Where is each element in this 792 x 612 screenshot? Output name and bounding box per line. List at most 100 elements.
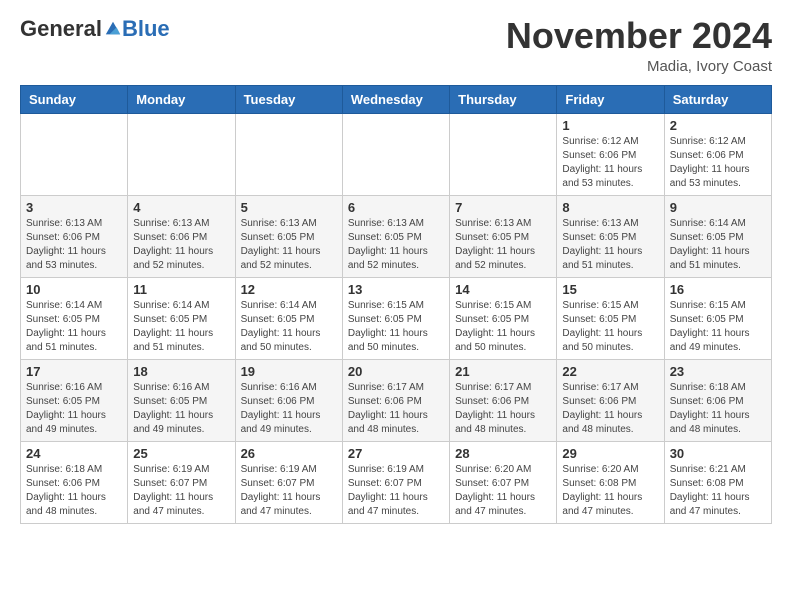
calendar-cell [450,113,557,195]
calendar-header-row: SundayMondayTuesdayWednesdayThursdayFrid… [21,85,772,113]
logo-area: General Blue [20,16,170,42]
calendar-cell: 20 Sunrise: 6:17 AM Sunset: 6:06 PM Dayli… [342,359,449,441]
calendar-cell: 18 Sunrise: 6:16 AM Sunset: 6:05 PM Dayli… [128,359,235,441]
day-info: Sunrise: 6:15 AM Sunset: 6:05 PM Dayligh… [562,299,658,355]
calendar-cell: 27 Sunrise: 6:19 AM Sunset: 6:07 PM Dayli… [342,441,449,523]
calendar-week-row: 17 Sunrise: 6:16 AM Sunset: 6:05 PM Dayli… [21,359,772,441]
calendar-cell: 5 Sunrise: 6:13 AM Sunset: 6:05 PM Daylig… [235,195,342,277]
calendar-cell: 24 Sunrise: 6:18 AM Sunset: 6:06 PM Dayli… [21,441,128,523]
day-number: 29 [562,446,658,461]
calendar-week-row: 10 Sunrise: 6:14 AM Sunset: 6:05 PM Dayli… [21,277,772,359]
calendar-cell [342,113,449,195]
day-number: 1 [562,118,658,133]
day-number: 22 [562,364,658,379]
day-number: 15 [562,282,658,297]
day-number: 17 [26,364,122,379]
day-info: Sunrise: 6:13 AM Sunset: 6:05 PM Dayligh… [455,217,551,273]
calendar-cell: 15 Sunrise: 6:15 AM Sunset: 6:05 PM Dayli… [557,277,664,359]
calendar-cell: 1 Sunrise: 6:12 AM Sunset: 6:06 PM Daylig… [557,113,664,195]
calendar-header-saturday: Saturday [664,85,771,113]
calendar-header-monday: Monday [128,85,235,113]
month-title: November 2024 [506,16,772,56]
day-number: 3 [26,200,122,215]
calendar-cell: 30Sunrise: 6:21 AM Sunset: 6:08 PM Dayli… [664,441,771,523]
calendar-header-sunday: Sunday [21,85,128,113]
day-info: Sunrise: 6:13 AM Sunset: 6:05 PM Dayligh… [562,217,658,273]
day-number: 26 [241,446,337,461]
page: General Blue November 2024 Madia, Ivory … [0,0,792,544]
calendar-week-row: 24 Sunrise: 6:18 AM Sunset: 6:06 PM Dayli… [21,441,772,523]
calendar-cell: 9 Sunrise: 6:14 AM Sunset: 6:05 PM Daylig… [664,195,771,277]
calendar-cell: 4 Sunrise: 6:13 AM Sunset: 6:06 PM Daylig… [128,195,235,277]
day-info: Sunrise: 6:14 AM Sunset: 6:05 PM Dayligh… [26,299,122,355]
day-number: 6 [348,200,444,215]
title-area: November 2024 Madia, Ivory Coast [506,16,772,75]
day-info: Sunrise: 6:12 AM Sunset: 6:06 PM Dayligh… [562,135,658,191]
day-info: Sunrise: 6:14 AM Sunset: 6:05 PM Dayligh… [241,299,337,355]
calendar-week-row: 3 Sunrise: 6:13 AM Sunset: 6:06 PM Daylig… [21,195,772,277]
day-number: 5 [241,200,337,215]
calendar-cell: 19 Sunrise: 6:16 AM Sunset: 6:06 PM Dayli… [235,359,342,441]
calendar-cell: 25 Sunrise: 6:19 AM Sunset: 6:07 PM Dayli… [128,441,235,523]
calendar-cell: 10 Sunrise: 6:14 AM Sunset: 6:05 PM Dayli… [21,277,128,359]
day-info: Sunrise: 6:19 AM Sunset: 6:07 PM Dayligh… [133,463,229,519]
day-number: 10 [26,282,122,297]
header: General Blue November 2024 Madia, Ivory … [20,16,772,75]
day-number: 13 [348,282,444,297]
calendar-cell [21,113,128,195]
calendar-cell: 3 Sunrise: 6:13 AM Sunset: 6:06 PM Daylig… [21,195,128,277]
day-number: 4 [133,200,229,215]
day-number: 20 [348,364,444,379]
day-info: Sunrise: 6:14 AM Sunset: 6:05 PM Dayligh… [133,299,229,355]
calendar-table: SundayMondayTuesdayWednesdayThursdayFrid… [20,85,772,524]
calendar-cell: 29 Sunrise: 6:20 AM Sunset: 6:08 PM Dayli… [557,441,664,523]
day-number: 8 [562,200,658,215]
day-info: Sunrise: 6:17 AM Sunset: 6:06 PM Dayligh… [348,381,444,437]
calendar-week-row: 1 Sunrise: 6:12 AM Sunset: 6:06 PM Daylig… [21,113,772,195]
calendar-cell: 28Sunrise: 6:20 AM Sunset: 6:07 PM Dayli… [450,441,557,523]
day-number: 14 [455,282,551,297]
day-number: 27 [348,446,444,461]
calendar-cell: 2 Sunrise: 6:12 AM Sunset: 6:06 PM Daylig… [664,113,771,195]
calendar-cell: 14 Sunrise: 6:15 AM Sunset: 6:05 PM Dayli… [450,277,557,359]
day-number: 12 [241,282,337,297]
day-info: Sunrise: 6:15 AM Sunset: 6:05 PM Dayligh… [455,299,551,355]
day-number: 19 [241,364,337,379]
calendar-cell: 13 Sunrise: 6:15 AM Sunset: 6:05 PM Dayli… [342,277,449,359]
day-info: Sunrise: 6:16 AM Sunset: 6:06 PM Dayligh… [241,381,337,437]
calendar-cell: 6Sunrise: 6:13 AM Sunset: 6:05 PM Daylig… [342,195,449,277]
day-info: Sunrise: 6:19 AM Sunset: 6:07 PM Dayligh… [348,463,444,519]
day-number: 7 [455,200,551,215]
day-number: 18 [133,364,229,379]
day-number: 2 [670,118,766,133]
calendar-header-tuesday: Tuesday [235,85,342,113]
day-info: Sunrise: 6:16 AM Sunset: 6:05 PM Dayligh… [133,381,229,437]
day-number: 25 [133,446,229,461]
calendar-cell: 21Sunrise: 6:17 AM Sunset: 6:06 PM Dayli… [450,359,557,441]
calendar-cell [235,113,342,195]
calendar-header-thursday: Thursday [450,85,557,113]
day-info: Sunrise: 6:13 AM Sunset: 6:06 PM Dayligh… [26,217,122,273]
calendar-cell: 22Sunrise: 6:17 AM Sunset: 6:06 PM Dayli… [557,359,664,441]
calendar-cell: 7 Sunrise: 6:13 AM Sunset: 6:05 PM Daylig… [450,195,557,277]
day-info: Sunrise: 6:16 AM Sunset: 6:05 PM Dayligh… [26,381,122,437]
day-number: 24 [26,446,122,461]
day-number: 16 [670,282,766,297]
day-info: Sunrise: 6:12 AM Sunset: 6:06 PM Dayligh… [670,135,766,191]
calendar-cell: 8 Sunrise: 6:13 AM Sunset: 6:05 PM Daylig… [557,195,664,277]
day-info: Sunrise: 6:18 AM Sunset: 6:06 PM Dayligh… [26,463,122,519]
day-number: 11 [133,282,229,297]
day-info: Sunrise: 6:17 AM Sunset: 6:06 PM Dayligh… [455,381,551,437]
day-info: Sunrise: 6:13 AM Sunset: 6:05 PM Dayligh… [241,217,337,273]
day-number: 23 [670,364,766,379]
day-info: Sunrise: 6:13 AM Sunset: 6:06 PM Dayligh… [133,217,229,273]
day-info: Sunrise: 6:14 AM Sunset: 6:05 PM Dayligh… [670,217,766,273]
calendar-cell: 12 Sunrise: 6:14 AM Sunset: 6:05 PM Dayli… [235,277,342,359]
day-info: Sunrise: 6:15 AM Sunset: 6:05 PM Dayligh… [348,299,444,355]
logo-icon [104,20,122,38]
day-number: 9 [670,200,766,215]
calendar-header-friday: Friday [557,85,664,113]
calendar-cell [128,113,235,195]
day-info: Sunrise: 6:21 AM Sunset: 6:08 PM Dayligh… [670,463,766,519]
day-info: Sunrise: 6:20 AM Sunset: 6:08 PM Dayligh… [562,463,658,519]
